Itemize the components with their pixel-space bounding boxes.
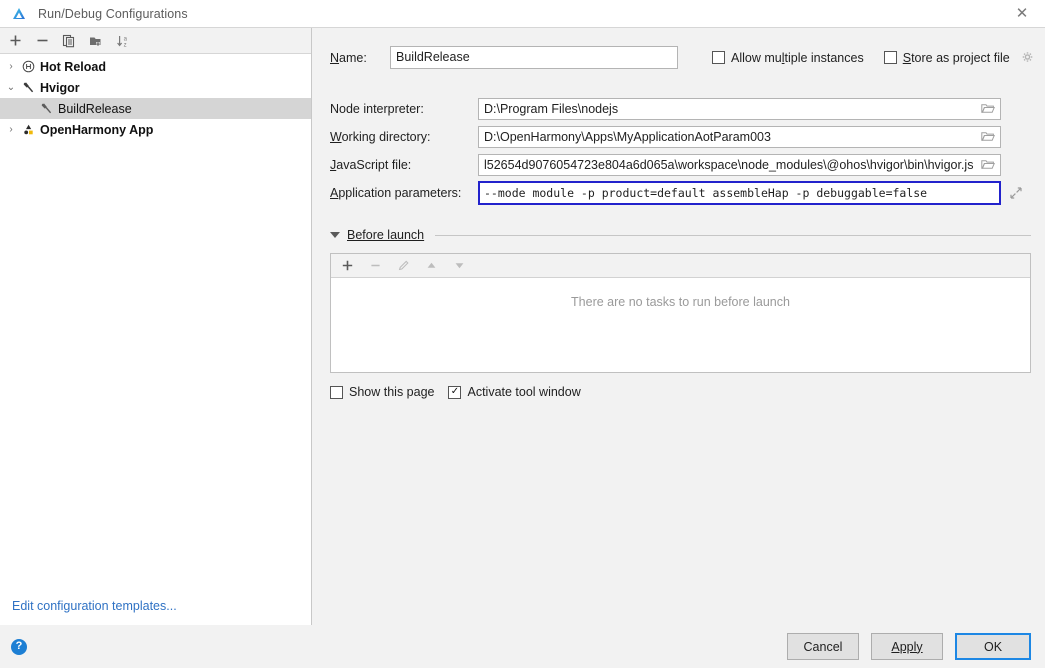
javascript-file-input[interactable]: l52654d9076054723e804a6d065a\workspace\n… (478, 153, 1001, 176)
edit-configuration-templates-link[interactable]: Edit configuration templates... (12, 599, 177, 613)
dialog-body: a z › Hot Reload ⌄ Hvigor BuildRelease ›… (0, 28, 1045, 625)
before-launch-task-list: There are no tasks to run before launch (331, 278, 1030, 372)
activate-tool-window-label: Activate tool window (467, 385, 581, 399)
allow-multiple-instances-checkbox[interactable] (712, 51, 725, 64)
apply-button[interactable]: Apply (871, 633, 943, 660)
javascript-file-control: l52654d9076054723e804a6d065a\workspace\n… (478, 153, 1031, 176)
browse-folder-icon[interactable] (980, 158, 995, 171)
application-parameters-label: Application parameters: (330, 185, 462, 200)
allow-multiple-instances-label: Allow multiple instances (731, 50, 864, 65)
browse-folder-icon[interactable] (980, 130, 995, 143)
application-parameters-row: Application parameters: --mode module -p… (330, 179, 1031, 206)
tree-item-hvigor[interactable]: ⌄ Hvigor (0, 77, 311, 98)
show-this-page-label: Show this page (349, 385, 435, 399)
edit-task-icon[interactable] (395, 258, 411, 274)
working-directory-value: D:\OpenHarmony\Apps\MyApplicationAotPara… (484, 129, 771, 144)
tree-item-openharmony-app[interactable]: › OpenHarmony App (0, 119, 311, 140)
chevron-down-icon[interactable]: ⌄ (2, 82, 20, 93)
tree-item-label: OpenHarmony App (40, 122, 154, 137)
add-task-icon[interactable] (339, 258, 355, 274)
allow-multiple-instances-row[interactable]: Allow multiple instances (712, 51, 864, 65)
tree-item-hot-reload[interactable]: › Hot Reload (0, 56, 311, 77)
close-icon[interactable]: ✕ (999, 0, 1045, 27)
application-parameters-value: --mode module -p product=default assembl… (484, 185, 928, 200)
name-input[interactable]: BuildRelease (390, 46, 678, 69)
fields-group: Node interpreter: D:\Program Files\nodej… (330, 95, 1031, 206)
before-launch-header[interactable]: Before launch (330, 228, 1031, 242)
collapse-triangle-icon[interactable] (330, 232, 340, 238)
apply-button-label: Apply (891, 639, 923, 654)
dialog-footer: ? Cancel Apply OK (0, 625, 1045, 668)
bottom-checkboxes: Show this page ✓ Activate tool window (330, 385, 1031, 399)
node-interpreter-input[interactable]: D:\Program Files\nodejs (478, 97, 1001, 120)
tree-item-label: Hot Reload (40, 59, 106, 74)
before-launch-title: Before launch (347, 228, 425, 242)
before-launch-empty-text: There are no tasks to run before launch (571, 295, 790, 309)
tree-item-buildrelease[interactable]: BuildRelease (0, 98, 311, 119)
javascript-file-row: JavaScript file: l52654d9076054723e804a6… (330, 151, 1031, 178)
openharmony-icon (20, 123, 37, 137)
working-directory-input[interactable]: D:\OpenHarmony\Apps\MyApplicationAotPara… (478, 125, 1001, 148)
deveco-studio-icon (11, 6, 27, 22)
run-debug-configurations-dialog: Run/Debug Configurations ✕ a z › Hot Rel… (0, 0, 1045, 668)
ok-button[interactable]: OK (955, 633, 1031, 660)
before-launch-divider (435, 234, 1031, 236)
save-configuration-folder-icon[interactable] (88, 33, 104, 49)
expand-editor-icon[interactable] (1001, 186, 1031, 200)
circled-h-icon (20, 60, 37, 73)
store-as-project-file-checkbox[interactable] (883, 51, 897, 64)
node-interpreter-row: Node interpreter: D:\Program Files\nodej… (330, 95, 1031, 122)
tree-item-label: Hvigor (40, 80, 80, 95)
browse-folder-icon[interactable] (980, 102, 995, 115)
copy-configuration-icon[interactable] (61, 33, 77, 49)
name-label: Name: (330, 50, 367, 65)
working-directory-row: Working directory: D:\OpenHarmony\Apps\M… (330, 123, 1031, 150)
hammer-icon (20, 81, 37, 94)
before-launch-box: There are no tasks to run before launch (330, 253, 1031, 373)
chevron-right-icon[interactable]: › (2, 124, 20, 135)
remove-configuration-icon[interactable] (34, 33, 50, 49)
svg-text:z: z (123, 42, 126, 48)
move-down-icon[interactable] (451, 258, 467, 274)
javascript-file-label: JavaScript file: (330, 157, 412, 172)
application-parameters-input[interactable]: --mode module -p product=default assembl… (478, 180, 1001, 205)
title-bar: Run/Debug Configurations ✕ (0, 0, 1045, 28)
node-interpreter-control: D:\Program Files\nodejs (478, 97, 1031, 120)
window-title: Run/Debug Configurations (38, 6, 188, 21)
working-directory-control: D:\OpenHarmony\Apps\MyApplicationAotPara… (478, 125, 1031, 148)
activate-tool-window-checkbox[interactable]: ✓ (448, 385, 462, 399)
edit-configuration-templates-row: Edit configuration templates... (0, 587, 311, 625)
gear-icon[interactable] (1021, 51, 1035, 65)
remove-task-icon[interactable] (367, 258, 383, 274)
chevron-right-icon[interactable]: › (2, 61, 20, 72)
sort-alphabetically-icon[interactable]: a z (115, 33, 131, 49)
node-interpreter-value: D:\Program Files\nodejs (484, 101, 619, 116)
help-icon[interactable]: ? (11, 638, 27, 655)
activate-tool-window-row[interactable]: ✓ Activate tool window (448, 385, 581, 399)
show-this-page-row[interactable]: Show this page (330, 385, 434, 399)
add-configuration-icon[interactable] (7, 33, 23, 49)
node-interpreter-label: Node interpreter: (330, 101, 424, 116)
hammer-icon (38, 102, 55, 115)
configuration-editor-panel: Name: BuildRelease Allow multiple instan… (312, 28, 1045, 625)
move-up-icon[interactable] (423, 258, 439, 274)
tree-item-label: BuildRelease (58, 101, 132, 116)
store-as-project-file-label: Store as project file (902, 50, 1010, 65)
application-parameters-control: --mode module -p product=default assembl… (478, 180, 1031, 205)
configurations-tree[interactable]: › Hot Reload ⌄ Hvigor BuildRelease › Ope… (0, 54, 311, 587)
before-launch-toolbar (331, 254, 1030, 278)
name-row: Name: BuildRelease Allow multiple instan… (330, 46, 1033, 69)
working-directory-label: Working directory: (330, 129, 431, 144)
cancel-button[interactable]: Cancel (787, 633, 859, 660)
configurations-toolbar: a z (0, 28, 311, 54)
store-as-project-file-row[interactable]: Store as project file (883, 50, 1035, 65)
show-this-page-checkbox[interactable] (330, 385, 343, 399)
javascript-file-value: l52654d9076054723e804a6d065a\workspace\n… (484, 157, 974, 172)
configurations-panel: a z › Hot Reload ⌄ Hvigor BuildRelease ›… (0, 28, 312, 625)
